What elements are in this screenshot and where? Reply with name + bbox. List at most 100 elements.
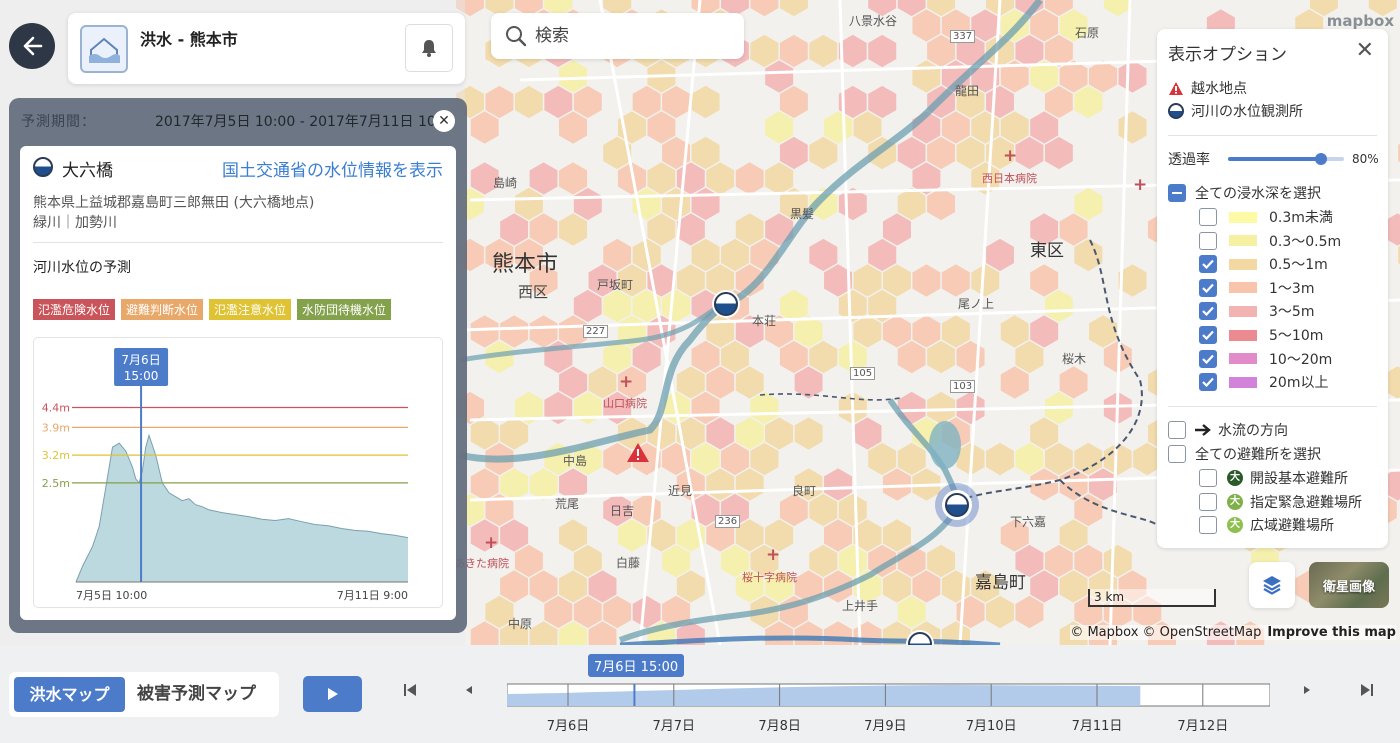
- shelter-icon: 大: [1227, 470, 1243, 486]
- arrow-left-icon: [23, 36, 43, 56]
- day-label[interactable]: 7月9日: [864, 719, 907, 734]
- flood-cell: [542, 390, 574, 426]
- day-label[interactable]: 7月7日: [653, 719, 696, 734]
- satellite-toggle-button[interactable]: 衛星画像: [1309, 562, 1389, 608]
- flow-direction-checkbox[interactable]: [1168, 421, 1186, 439]
- period-value: 2017年7月5日 10:00 - 2017年7月11日 10:00: [155, 114, 441, 130]
- shelter-checkbox[interactable]: [1199, 469, 1217, 487]
- hospital-icon: +: [619, 372, 634, 392]
- display-options-panel: 表示オプション ✕ 越水地点 河川の水位観測所 透過率 80% 全ての浸水深を選…: [1157, 29, 1388, 548]
- depth-checkbox[interactable]: [1199, 302, 1217, 321]
- depth-swatch: [1229, 235, 1257, 247]
- improve-map-link[interactable]: Improve this map: [1267, 625, 1396, 640]
- slider-knob[interactable]: [1314, 153, 1327, 165]
- layers-button[interactable]: [1249, 562, 1295, 608]
- timeline-track[interactable]: 7月6日 7月7日 7月8日 7月9日 7月10日 7月11日 7月12日: [507, 678, 1270, 737]
- day-label[interactable]: 7月10日: [966, 719, 1017, 734]
- gauge-station-marker[interactable]: [714, 292, 738, 316]
- flood-cell: [1013, 594, 1045, 630]
- depth-option[interactable]: 0.3m未満: [1199, 207, 1333, 227]
- threshold-label: 2.5m: [42, 477, 70, 490]
- map-mode-tabs: 洪水マップ 被害予測マップ: [9, 672, 279, 717]
- gauge-station-marker-selected[interactable]: [945, 493, 969, 517]
- shelter-option[interactable]: 大広域避難場所: [1199, 515, 1334, 535]
- select-all-shelters-row[interactable]: 全ての避難所を選択: [1168, 444, 1321, 464]
- play-button[interactable]: [303, 676, 362, 712]
- day-label[interactable]: 7月8日: [758, 719, 801, 734]
- day-label[interactable]: 7月11日: [1072, 719, 1123, 734]
- depth-option[interactable]: 3〜5m: [1199, 301, 1314, 321]
- flood-cell: [778, 0, 810, 18]
- day-label[interactable]: 7月6日: [547, 719, 590, 734]
- tab-flood-map[interactable]: 洪水マップ: [14, 677, 125, 712]
- panel-close-button[interactable]: ✕: [433, 110, 455, 132]
- check-icon: [1202, 283, 1214, 293]
- step-forward-icon: [1304, 686, 1310, 694]
- day-label[interactable]: 7月12日: [1177, 719, 1228, 734]
- depth-checkbox[interactable]: [1199, 349, 1217, 368]
- map-label: 上井手: [842, 599, 879, 613]
- chart-svg[interactable]: 4.4m 3.9m 3.2m 2.5m 7月6日 15:00 7月5日 10:00 7月11日…: [34, 338, 444, 609]
- depth-label: 3〜5m: [1269, 304, 1315, 321]
- depth-checkbox[interactable]: [1199, 231, 1217, 250]
- depth-checkbox[interactable]: [1199, 373, 1217, 392]
- mlit-water-level-link[interactable]: 国土交通省の水位情報を表示: [222, 156, 443, 181]
- legend-tag: 氾濫危険水位: [33, 299, 116, 320]
- skip-to-start-button[interactable]: [403, 683, 417, 701]
- skip-to-end-button[interactable]: [1360, 683, 1374, 701]
- select-all-shelters-checkbox[interactable]: [1168, 445, 1186, 463]
- depth-checkbox[interactable]: [1199, 208, 1217, 226]
- title-card: 洪水 - 熊本市: [68, 13, 465, 84]
- map-label: 中島: [563, 454, 588, 468]
- water-level-legend: 氾濫危険水位 避難判断水位 氾濫注意水位 水防団待機水位: [33, 299, 392, 320]
- search-box[interactable]: [491, 13, 744, 59]
- check-icon: [1202, 330, 1214, 340]
- time-cursor-label: 7月6日: [121, 353, 160, 367]
- map-attribution[interactable]: © Mapbox © OpenStreetMap Improve this map: [1070, 625, 1396, 640]
- station-river: 緑川｜加勢川: [33, 215, 117, 231]
- depth-checkbox[interactable]: [1199, 255, 1217, 274]
- search-input[interactable]: [535, 26, 725, 46]
- depth-option[interactable]: 5〜10m: [1199, 325, 1323, 345]
- depth-checkbox[interactable]: [1199, 278, 1217, 297]
- station-card: 大六橋 国土交通省の水位情報を表示 熊本県上益城郡嘉島町三郎無田 (大六橋地点)…: [20, 146, 456, 620]
- legend-overflow: 越水地点: [1168, 78, 1247, 98]
- select-all-depth-row[interactable]: 全ての浸水深を選択: [1168, 183, 1321, 203]
- ward-boundary: [759, 393, 901, 401]
- depth-swatch: [1229, 353, 1257, 365]
- transparency-slider[interactable]: [1228, 153, 1344, 165]
- flood-icon: [80, 25, 128, 73]
- depth-option[interactable]: 0.5〜1m: [1199, 254, 1328, 274]
- shelter-option[interactable]: 大開設基本避難所: [1199, 468, 1348, 488]
- depth-swatch: [1229, 258, 1257, 270]
- depth-option[interactable]: 10〜20m: [1199, 349, 1332, 369]
- depth-option[interactable]: 1〜3m: [1199, 278, 1314, 298]
- depth-checkbox[interactable]: [1199, 326, 1217, 344]
- shelter-checkbox[interactable]: [1199, 492, 1217, 511]
- step-back-button[interactable]: [464, 683, 474, 701]
- water-level-chart[interactable]: 4.4m 3.9m 3.2m 2.5m 7月6日 15:00 7月5日 10:00 7月11日…: [33, 337, 443, 608]
- depth-swatch: [1229, 282, 1257, 294]
- step-forward-button[interactable]: [1302, 683, 1312, 701]
- flood-cell: [1072, 84, 1104, 120]
- attribution-text[interactable]: © Mapbox © OpenStreetMap: [1070, 625, 1261, 640]
- flood-cell: [925, 339, 957, 375]
- flood-cell: [807, 135, 839, 171]
- tab-damage-map[interactable]: 被害予測マップ: [137, 677, 256, 712]
- overflow-warning-icon[interactable]: [626, 442, 650, 463]
- select-all-depth-checkbox[interactable]: [1168, 184, 1186, 202]
- route-shield: 236: [715, 515, 741, 528]
- depth-option[interactable]: 0.3〜0.5m: [1199, 231, 1341, 251]
- notification-button[interactable]: [405, 24, 453, 72]
- flow-direction-row[interactable]: 水流の方向: [1168, 420, 1288, 440]
- map-label-ward: 西区: [518, 283, 549, 301]
- flood-cell: [557, 109, 589, 146]
- depth-option[interactable]: 20m以上: [1199, 372, 1328, 392]
- shelter-checkbox[interactable]: [1199, 516, 1217, 535]
- divider: [1168, 406, 1377, 407]
- back-button[interactable]: [9, 23, 55, 69]
- flood-cell: [940, 262, 972, 299]
- skip-forward-icon: [1361, 684, 1373, 696]
- options-close-button[interactable]: ✕: [1356, 38, 1374, 63]
- shelter-option[interactable]: 大指定緊急避難場所: [1199, 492, 1362, 512]
